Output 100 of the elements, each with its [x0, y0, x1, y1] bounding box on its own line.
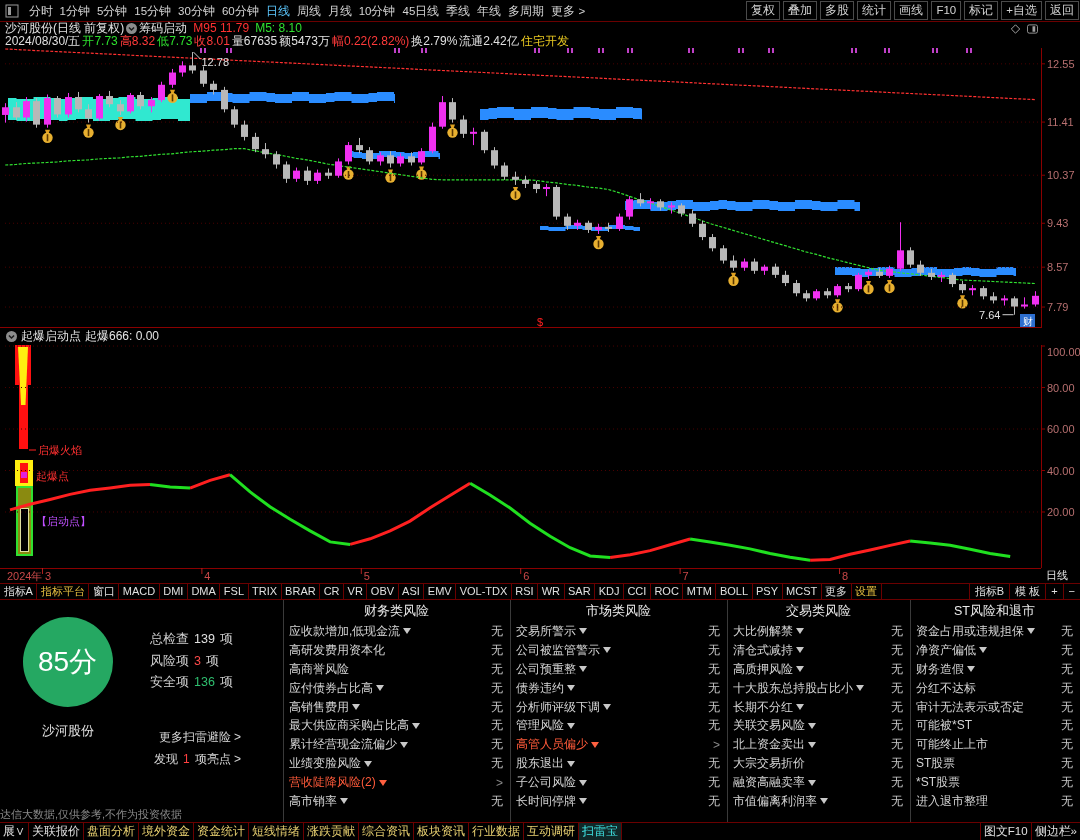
- bottom-tab[interactable]: 短线情绪: [249, 823, 304, 840]
- caret-down-icon[interactable]: [579, 779, 587, 786]
- indicator-tab[interactable]: KDJ: [595, 584, 624, 599]
- risk-item-label[interactable]: 营收陡降风险(2): [289, 774, 376, 792]
- indicator-tab[interactable]: BOLL: [716, 584, 753, 599]
- indicator-tab[interactable]: 设置: [851, 584, 882, 599]
- risk-item-label[interactable]: 公司预重整: [516, 660, 576, 678]
- indicator-tab[interactable]: 指标B: [968, 584, 1010, 599]
- risk-item-label[interactable]: 可能被*ST: [916, 717, 972, 735]
- period-tab[interactable]: 10分钟: [355, 0, 399, 21]
- risk-item-label[interactable]: 长期不分红: [733, 698, 793, 716]
- caret-down-icon[interactable]: [579, 798, 587, 805]
- risk-item-label[interactable]: 进入退市整理: [916, 792, 988, 810]
- risk-item-label[interactable]: 公司被监管警示: [516, 641, 600, 659]
- highlight-link[interactable]: 发现 1 项亮点 >: [153, 748, 241, 770]
- risk-item-label[interactable]: ST股票: [916, 755, 956, 773]
- period-tab[interactable]: 周线: [293, 0, 325, 21]
- period-tab[interactable]: 5分钟: [93, 0, 131, 21]
- caret-down-icon[interactable]: [567, 760, 575, 767]
- risk-item-label[interactable]: 分红不达标: [916, 679, 976, 697]
- bottom-tab[interactable]: 涨跌贡献: [304, 823, 359, 840]
- indicator-tab[interactable]: 指标A: [0, 584, 38, 599]
- diamond-icon[interactable]: [1010, 23, 1021, 34]
- caret-down-icon[interactable]: [796, 628, 804, 635]
- risk-item-label[interactable]: 管理风险: [516, 717, 564, 735]
- caret-down-icon[interactable]: [400, 741, 408, 748]
- scan-result[interactable]: >: [496, 775, 503, 790]
- bottom-tab[interactable]: 综合资讯: [359, 823, 414, 840]
- risk-item-label[interactable]: 北上资金卖出: [733, 736, 805, 754]
- risk-item-label[interactable]: 大比例解禁: [733, 622, 793, 640]
- indicator-tab[interactable]: OBV: [367, 584, 399, 599]
- caret-down-icon[interactable]: [567, 722, 575, 729]
- indicator-tab[interactable]: DMA: [187, 584, 221, 599]
- bottom-tab[interactable]: 展∨: [0, 823, 29, 840]
- indicator-tab[interactable]: ASI: [398, 584, 425, 599]
- toolbar-button[interactable]: 统计: [857, 1, 892, 20]
- period-tab[interactable]: 15分钟: [130, 0, 175, 21]
- risk-item-label[interactable]: 关联交易风险: [733, 717, 805, 735]
- indicator-tab[interactable]: PSY: [752, 584, 783, 599]
- risk-item-label[interactable]: 净资产偏低: [916, 641, 976, 659]
- indicator-tab[interactable]: CR: [320, 584, 345, 599]
- risk-item-label[interactable]: 最大供应商采购占比高: [289, 717, 409, 735]
- caret-down-icon[interactable]: [364, 760, 372, 767]
- indicator-tab[interactable]: MACD: [119, 584, 160, 599]
- risk-item-label[interactable]: 高销售费用: [289, 698, 349, 716]
- risk-item-label[interactable]: 应付债券占比高: [289, 679, 373, 697]
- risk-item-label[interactable]: 市值偏离利润率: [733, 792, 817, 810]
- indicator-tab[interactable]: WR: [538, 584, 565, 599]
- toolbar-button[interactable]: F10: [931, 1, 962, 20]
- caret-down-icon[interactable]: [603, 647, 611, 654]
- panel-icon[interactable]: [1027, 23, 1038, 34]
- scan-result[interactable]: >: [713, 737, 720, 752]
- caret-down-icon[interactable]: [340, 798, 348, 805]
- period-tab[interactable]: 60分钟: [218, 0, 263, 21]
- indicator-tab[interactable]: FSL: [220, 584, 249, 599]
- period-tab[interactable]: 45日线: [399, 0, 443, 21]
- risk-item-label[interactable]: 债券违约: [516, 679, 564, 697]
- indicator-tab[interactable]: EMV: [424, 584, 457, 599]
- caret-down-icon[interactable]: [979, 647, 987, 654]
- risk-item-label[interactable]: 资金占用或违规担保: [916, 622, 1024, 640]
- indicator-tab[interactable]: RSI: [511, 584, 539, 599]
- indicator-tab[interactable]: 模 板: [1009, 584, 1046, 599]
- caret-down-icon[interactable]: [856, 685, 864, 692]
- caret-down-icon[interactable]: [376, 685, 384, 692]
- caret-down-icon[interactable]: [1027, 628, 1035, 635]
- risk-item-label[interactable]: 累计经营现金流偏少: [289, 736, 397, 754]
- caret-down-icon[interactable]: [820, 798, 828, 805]
- period-tab[interactable]: 30分钟: [174, 0, 219, 21]
- period-tab[interactable]: 分时: [25, 0, 56, 21]
- bottom-tab[interactable]: 盘面分析: [84, 823, 139, 840]
- caret-down-icon[interactable]: [412, 722, 420, 729]
- period-tab[interactable]: 月线: [324, 0, 356, 21]
- caret-down-icon[interactable]: [796, 666, 804, 673]
- caret-down-icon[interactable]: [591, 741, 599, 748]
- more-scan-link[interactable]: 更多扫雷避险 >: [158, 726, 241, 748]
- caret-down-icon[interactable]: [603, 704, 611, 710]
- indicator-tab[interactable]: DMI: [159, 584, 188, 599]
- period-tab[interactable]: 季线: [442, 0, 474, 21]
- risk-item-label[interactable]: 十大股东总持股占比小: [733, 679, 853, 697]
- bottom-tab[interactable]: 资金统计: [194, 823, 249, 840]
- risk-item-label[interactable]: 高商誉风险: [289, 660, 349, 678]
- risk-item-label[interactable]: 审计无法表示或否定: [916, 698, 1024, 716]
- indicator-tab[interactable]: TRIX: [248, 584, 282, 599]
- caret-down-icon[interactable]: [808, 741, 816, 748]
- caret-down-icon[interactable]: [808, 779, 816, 786]
- caret-down-icon[interactable]: [808, 722, 816, 729]
- risk-item-label[interactable]: 应收款增加,低现金流: [289, 622, 401, 640]
- caret-down-icon[interactable]: [796, 647, 804, 654]
- indicator-tab[interactable]: BRAR: [281, 584, 321, 599]
- risk-item-label[interactable]: 可能终止上市: [916, 736, 988, 754]
- toolbar-button[interactable]: 多股: [820, 1, 855, 20]
- toolbar-button[interactable]: 复权: [746, 1, 781, 20]
- risk-item-label[interactable]: 高研发费用资本化: [289, 641, 385, 659]
- indicator-tab[interactable]: 更多: [821, 584, 852, 599]
- bottom-tab[interactable]: 侧边栏»: [1030, 823, 1080, 840]
- risk-item-label[interactable]: 高市销率: [289, 792, 337, 810]
- period-button[interactable]: 日线: [1041, 568, 1080, 583]
- caret-down-icon[interactable]: [579, 666, 587, 673]
- panel-toggle-icon[interactable]: [5, 3, 19, 18]
- risk-item-label[interactable]: 分析师评级下调: [516, 698, 600, 716]
